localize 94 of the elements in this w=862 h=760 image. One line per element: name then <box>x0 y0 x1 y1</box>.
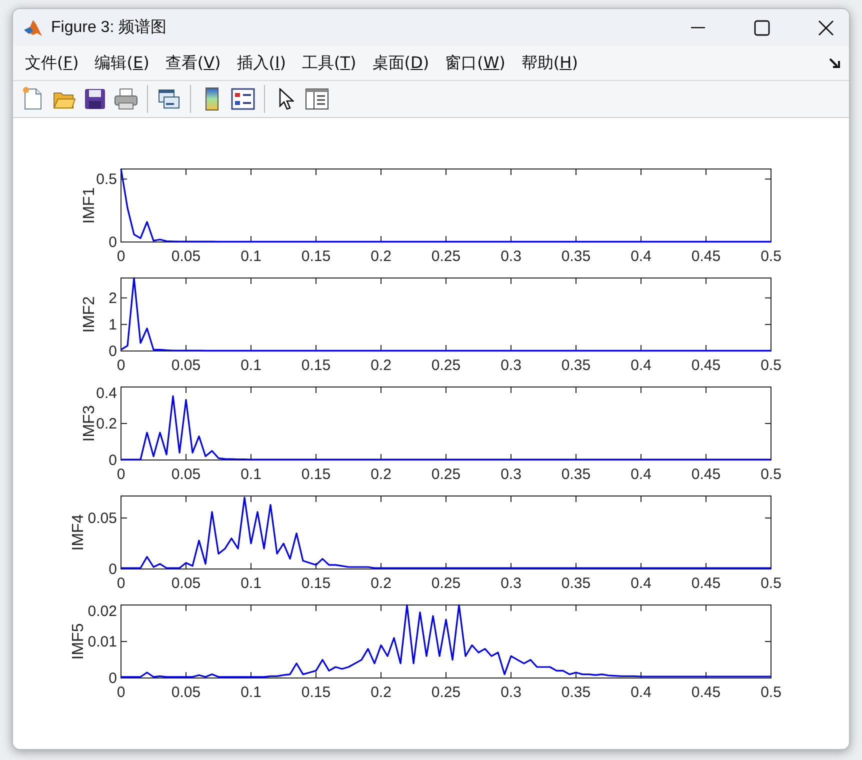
tick-label: 0 <box>108 234 117 251</box>
tick-label: 0.02 <box>88 603 117 620</box>
tick-label: 0.5 <box>760 248 782 265</box>
tick-label: 0.25 <box>431 684 461 701</box>
tick-label: 0.15 <box>301 248 331 265</box>
tick-label: 0.5 <box>96 171 117 188</box>
tick-label: 0.15 <box>301 466 331 483</box>
tick-label: 0.01 <box>88 634 117 650</box>
tick-label: 0 <box>116 575 126 592</box>
legend-icon <box>231 88 255 110</box>
tick-label: 0.05 <box>171 466 201 483</box>
axis-label: IMF4 <box>70 514 87 551</box>
menu-item[interactable]: 帮助(H) <box>515 50 584 76</box>
tick-label: 0.15 <box>301 357 331 374</box>
menu-item[interactable]: 工具(T) <box>296 50 362 76</box>
tick-label: 0.45 <box>691 466 721 483</box>
tick-label: 0 <box>116 466 126 483</box>
tick-label: 0.25 <box>431 248 461 265</box>
menu-item[interactable]: 查看(V) <box>159 50 227 76</box>
tick-label: 0.4 <box>630 575 652 592</box>
tick-label: 2 <box>108 290 117 307</box>
tick-label: 0.1 <box>240 248 262 265</box>
tick-label: 0.25 <box>431 357 461 374</box>
pointer-icon <box>278 88 294 110</box>
axis-label: IMF2 <box>81 296 98 333</box>
matlab-logo-icon <box>23 18 43 38</box>
tick-label: 0.3 <box>500 357 522 374</box>
colorbar-icon <box>205 87 219 111</box>
tick-label: 0.2 <box>370 684 392 701</box>
tick-label: 0.1 <box>240 466 262 483</box>
minimize-icon <box>691 26 705 28</box>
tick-label: 0.35 <box>561 575 591 592</box>
tick-label: 0.05 <box>171 357 201 374</box>
tick-label: 0.35 <box>561 357 591 374</box>
property-panel-icon <box>305 88 329 110</box>
tick-label: 0.45 <box>691 575 721 592</box>
tick-label: 0.45 <box>691 248 721 265</box>
tick-label: 0.4 <box>630 248 652 265</box>
tick-label: 0.4 <box>630 684 652 701</box>
tick-label: 0.15 <box>301 575 331 592</box>
window-title: Figure 3: 频谱图 <box>51 18 168 38</box>
tick-label: 0.15 <box>301 684 331 701</box>
maximize-icon <box>754 20 770 36</box>
tick-label: 0.05 <box>171 684 201 701</box>
menu-item[interactable]: 桌面(D) <box>366 50 436 76</box>
tick-label: 0.1 <box>240 575 262 592</box>
tick-label: 0.1 <box>240 357 262 374</box>
tick-label: 0 <box>108 452 117 469</box>
tick-label: 0 <box>108 343 117 360</box>
tick-label: 0.3 <box>500 684 522 701</box>
tick-label: 0.2 <box>370 466 392 483</box>
tick-label: 0.05 <box>88 510 117 528</box>
tick-label: 0.45 <box>691 357 721 374</box>
axis-label: IMF3 <box>81 405 98 442</box>
tick-label: 0.5 <box>760 684 782 701</box>
new-file-icon <box>22 87 44 111</box>
linked-windows-icon <box>157 88 181 110</box>
tick-label: 0.2 <box>96 416 117 432</box>
menu-item[interactable]: 插入(I) <box>230 50 292 76</box>
menu-item[interactable]: 窗口(W) <box>439 50 512 76</box>
tick-label: 0.05 <box>171 575 201 592</box>
tick-label: 0.35 <box>561 684 591 701</box>
tick-label: 0.3 <box>500 575 522 592</box>
menu-item[interactable]: 文件(F) <box>19 50 85 76</box>
tick-label: 0.35 <box>561 466 591 483</box>
tick-label: 0.5 <box>760 357 782 374</box>
tick-label: 0.4 <box>96 385 117 402</box>
dock-arrow-icon[interactable] <box>829 57 841 69</box>
close-icon <box>818 20 834 36</box>
tick-label: 0.4 <box>630 357 652 374</box>
tick-label: 0.2 <box>370 357 392 374</box>
tick-label: 0.35 <box>561 248 591 265</box>
tick-label: 1 <box>108 316 117 334</box>
tick-label: 0.05 <box>171 248 201 265</box>
printer-icon <box>114 88 138 110</box>
tick-label: 0.1 <box>240 684 262 701</box>
tick-label: 0.3 <box>500 248 522 265</box>
tick-label: 0.2 <box>370 248 392 265</box>
tick-label: 0.2 <box>370 575 392 592</box>
tick-label: 0.5 <box>760 575 782 592</box>
tick-label: 0 <box>108 561 117 578</box>
axis-label: IMF5 <box>70 623 87 660</box>
axis-label: IMF1 <box>81 187 98 224</box>
menu-item[interactable]: 编辑(E) <box>88 50 156 76</box>
tick-label: 0.25 <box>431 575 461 592</box>
tick-label: 0 <box>108 670 117 687</box>
tick-label: 0.45 <box>691 684 721 701</box>
tick-label: 0.3 <box>500 466 522 483</box>
tick-label: 0.25 <box>431 466 461 483</box>
tick-label: 0.4 <box>630 466 652 483</box>
tick-label: 0.5 <box>760 466 782 483</box>
tick-label: 0 <box>116 684 126 701</box>
tick-label: 0 <box>116 248 126 265</box>
tick-label: 0 <box>116 357 126 374</box>
